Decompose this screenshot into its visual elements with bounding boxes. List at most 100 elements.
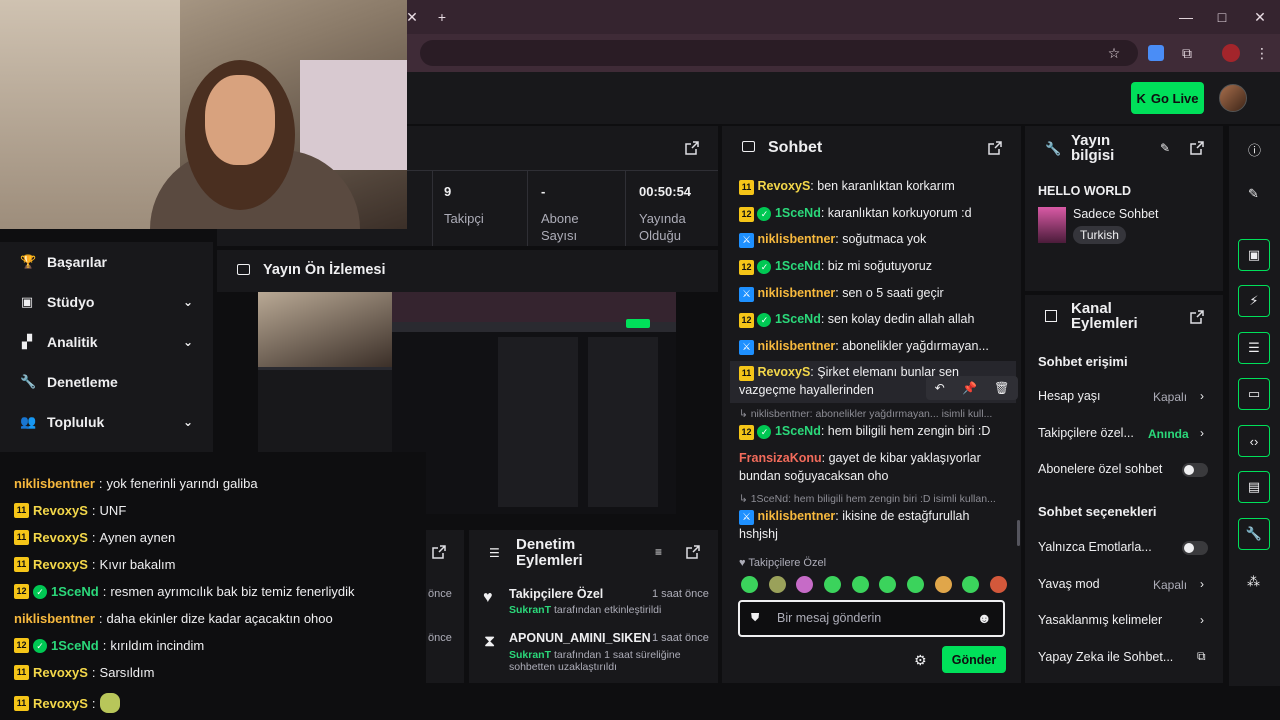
emote-icon[interactable] [906, 576, 924, 593]
emote-icon[interactable] [962, 576, 980, 593]
send-button[interactable]: Gönder [942, 646, 1006, 673]
list-icon[interactable]: ☰ [1238, 332, 1270, 364]
ai-chat-row[interactable]: Yapay Zeka ile Sohbet... [1038, 650, 1173, 664]
heart-icon: ♥ [483, 589, 493, 606]
followers-label: Takipçi [444, 211, 484, 226]
translate-extension-icon[interactable] [1148, 45, 1164, 61]
channel-actions-title: Kanal Eylemleri [1071, 300, 1138, 332]
nav-moderation[interactable]: 🔧 Denetleme [0, 362, 213, 402]
follower-only-row[interactable]: Takipçilere özel... [1038, 426, 1134, 440]
nav-studio[interactable]: ▣ Stüdyo ⌄ [0, 282, 213, 322]
chat-message[interactable]: 12 ✓ 1SceNd: karanlıktan korkuyorum :d [739, 204, 1009, 222]
popout-icon[interactable] [988, 141, 1002, 155]
address-bar[interactable] [420, 40, 1138, 66]
chevron-right-icon: › [1200, 613, 1204, 627]
lightning-icon[interactable]: ⚡ [1238, 285, 1270, 317]
analytics-icon: ▞ [22, 334, 32, 349]
camera-icon: ▣ [20, 294, 34, 309]
gear-icon[interactable]: ⚙ [914, 652, 927, 669]
extensions-icon[interactable]: ⧉ [1178, 44, 1196, 62]
verified-icon: ✓ [757, 207, 772, 221]
account-age-row[interactable]: Hesap yaşı [1038, 389, 1101, 403]
slow-mode-row[interactable]: Yavaş mod [1038, 577, 1100, 591]
maximize-icon[interactable]: □ [1213, 8, 1231, 26]
bookmark-star-icon[interactable]: ☆ [1105, 44, 1123, 62]
clip-icon[interactable]: ▣ [1238, 239, 1270, 271]
chat-message[interactable]: ⚔ niklisbentner: sen o 5 saati geçir [739, 284, 1009, 302]
verified-icon: ✓ [757, 313, 772, 327]
popout-icon[interactable] [432, 545, 446, 559]
emote-icon[interactable] [989, 576, 1007, 593]
nav-analytics[interactable]: ▞ Analitik ⌄ [0, 322, 213, 362]
blocked-terms-row[interactable]: Yasaklanmış kelimeler [1038, 613, 1162, 627]
emote-icon[interactable] [879, 576, 897, 593]
nav-achievements[interactable]: 🏆 Başarılar [0, 242, 213, 282]
popout-icon[interactable] [1190, 141, 1204, 155]
profile-icon[interactable] [1222, 44, 1240, 62]
trophy-icon: 🏆 [20, 254, 37, 269]
category-box-art[interactable] [1038, 207, 1066, 243]
new-tab-icon[interactable]: + [433, 8, 451, 26]
emote-icon[interactable] [823, 576, 841, 593]
share-icon[interactable]: ⁂ [1247, 574, 1260, 590]
filter-icon[interactable]: ≡ [655, 545, 662, 559]
stream-info-title: Yayın bilgisi [1071, 132, 1115, 164]
section-heading: Sohbet erişimi [1038, 354, 1128, 369]
code-icon[interactable]: ‹› [1238, 425, 1270, 457]
emote-icon[interactable] [934, 576, 952, 593]
emoji-icon[interactable]: ☻ [977, 610, 992, 626]
reply-context: ↳ niklisbentner: abonelikler yağdırmayan… [739, 408, 993, 420]
chat-bubble-icon[interactable]: ▭ [1238, 378, 1270, 410]
layout-icon[interactable]: ▤ [1238, 471, 1270, 503]
emote-icon[interactable] [796, 576, 814, 593]
emote-icon[interactable] [768, 576, 786, 593]
minimize-icon[interactable]: — [1177, 8, 1195, 26]
stream-title: HELLO WORLD [1038, 184, 1132, 198]
chevron-right-icon: › [1200, 577, 1204, 591]
avatar[interactable] [1219, 84, 1247, 112]
emote-icon[interactable] [741, 576, 758, 593]
emote-only-row: Yalnızca Emotlarla... [1038, 540, 1152, 554]
chat-message[interactable]: 12 ✓ 1SceNd: sen kolay dedin allah allah [739, 310, 1009, 328]
close-window-icon[interactable]: ✕ [1251, 8, 1269, 26]
chat-message[interactable]: ⚔ niklisbentner: ikisine de estağfurulla… [739, 507, 1009, 543]
chat-message[interactable]: ⚔ niklisbentner: soğutmaca yok [739, 230, 1009, 248]
sub-only-toggle[interactable] [1182, 463, 1208, 477]
scrollbar[interactable] [1017, 520, 1020, 546]
chat-overlay: niklisbentner: yok fenerinli yarındı gali… [0, 452, 426, 720]
nav-community[interactable]: 👥 Topluluk ⌄ [0, 402, 213, 442]
wrench-icon[interactable]: 🔧 [1238, 518, 1270, 550]
list-icon: ☰ [489, 546, 500, 560]
chat-message[interactable]: 12 ✓ 1SceNd: hem biligili hem zengin bir… [739, 422, 1009, 440]
subscribers-label: Abone Sayısı [541, 211, 579, 243]
pin-icon[interactable]: 📌 [962, 381, 977, 395]
list-item: 11 RevoxyS: Sarsıldım [14, 665, 154, 680]
chat-title: Sohbet [768, 139, 823, 156]
chat-message[interactable]: ⚔ niklisbentner: abonelikler yağdırmayan… [739, 337, 1009, 355]
subscribers-count: - [541, 184, 546, 199]
emote-only-toggle[interactable] [1182, 541, 1208, 555]
tag-badge[interactable]: Turkish [1073, 226, 1126, 244]
moderation-title: Denetim Eylemleri [516, 536, 583, 569]
list-item: 12 ✓ 1SceNd: resmen ayrımcılık bak biz temi… [14, 584, 355, 599]
chat-message[interactable]: FransizaKonu: gayet de kibar yaklaşıyorl… [739, 449, 1009, 485]
hourglass-icon: ⧗ [484, 633, 496, 650]
info-icon[interactable]: ⓘ [1248, 140, 1261, 159]
moderator-icon: ⚔ [739, 287, 754, 302]
category-name[interactable]: Sadece Sohbet [1073, 207, 1159, 221]
emote-icon[interactable] [851, 576, 869, 593]
list-item: 12 ✓ 1SceNd: kırıldım incindim [14, 638, 204, 653]
popout-icon[interactable] [685, 141, 699, 155]
more-menu-icon[interactable]: ⋮ [1253, 44, 1271, 62]
delete-icon[interactable]: 🗑 [994, 381, 1009, 395]
go-live-button[interactable]: K Go Live [1131, 82, 1204, 114]
list-item: 11 RevoxyS: Kıvır bakalım [14, 557, 175, 572]
chat-message[interactable]: 12 ✓ 1SceNd: biz mi soğutuyoruz [739, 257, 1009, 275]
moderator-icon: ⚔ [739, 340, 754, 355]
popout-icon[interactable] [686, 545, 700, 559]
edit-icon[interactable]: ✎ [1248, 186, 1259, 202]
reply-icon[interactable]: ↶ [935, 381, 945, 395]
popout-icon[interactable] [1190, 310, 1204, 324]
edit-icon[interactable]: ✎ [1160, 141, 1170, 155]
chat-message[interactable]: 11 RevoxyS: ben karanlıktan korkarım [739, 177, 1009, 195]
